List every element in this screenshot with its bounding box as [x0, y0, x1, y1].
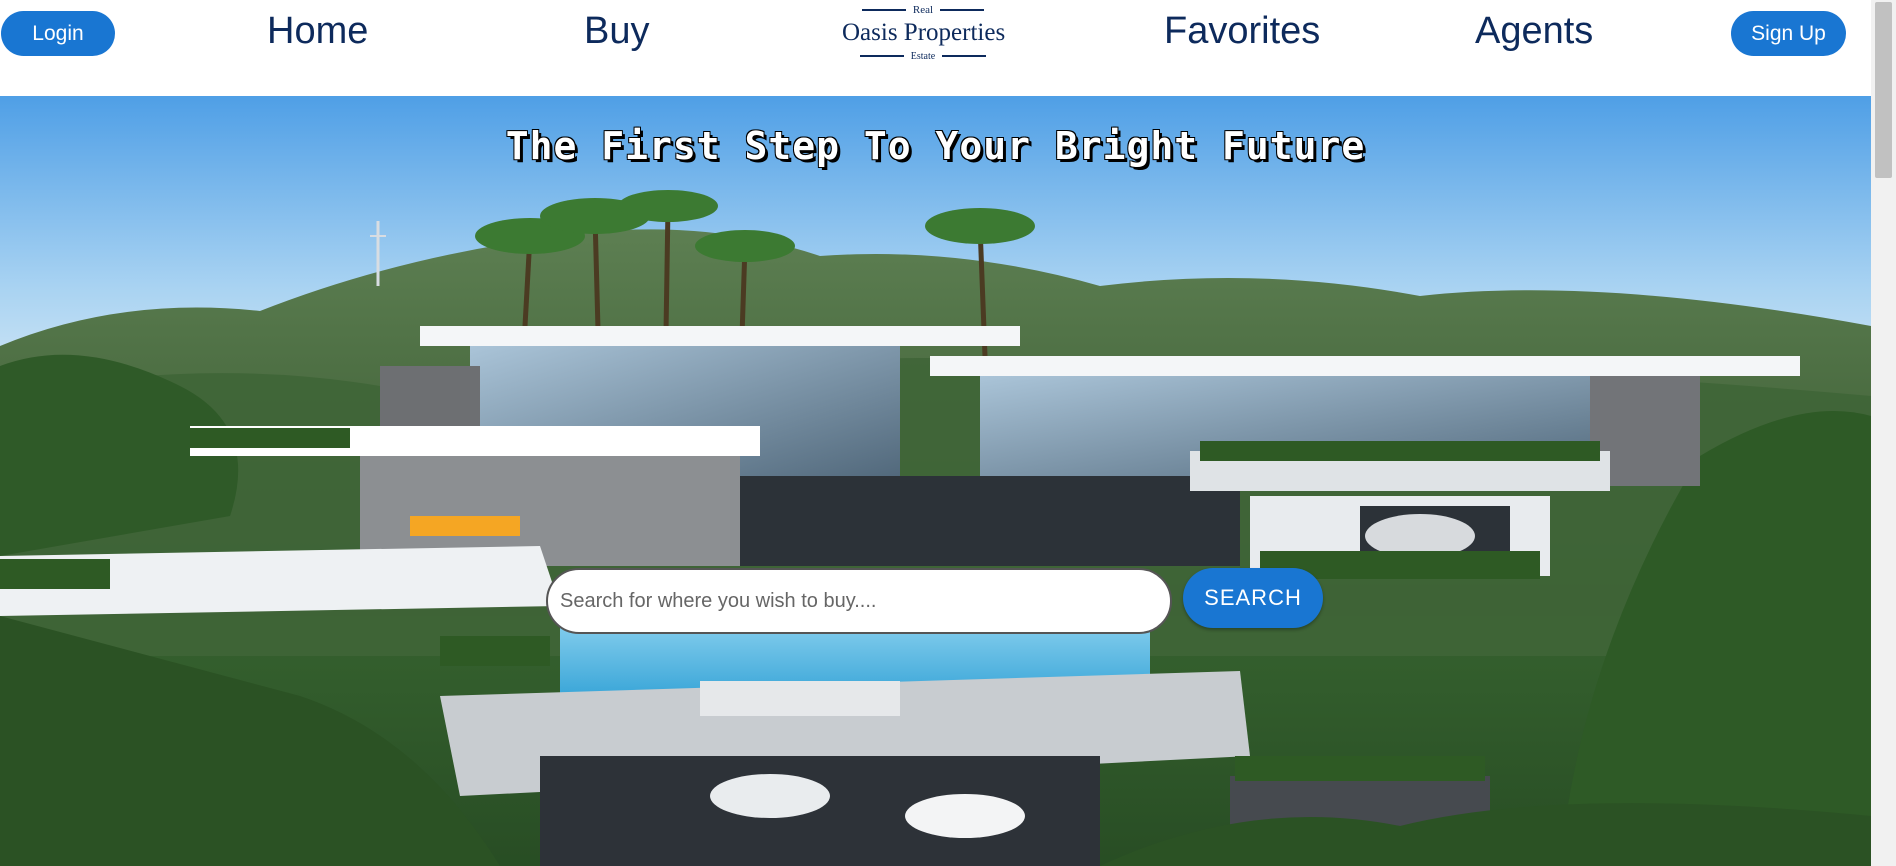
hero-section: The First Step To Your Bright Future SEA…: [0, 96, 1871, 866]
site-logo[interactable]: Real Oasis Properties Estate: [842, 2, 1006, 62]
logo-divider-line: [861, 9, 906, 11]
logo-divider-line: [859, 55, 904, 57]
logo-name: Oasis Properties: [842, 19, 1006, 46]
search-button[interactable]: SEARCH: [1183, 568, 1323, 628]
logo-bottom-text: Estate: [910, 50, 936, 62]
page-scrollbar[interactable]: [1871, 0, 1896, 866]
top-navbar: Login Home Buy Real Oasis Properties Est…: [0, 0, 1871, 96]
nav-link-buy[interactable]: Buy: [584, 8, 649, 54]
nav-link-agents[interactable]: Agents: [1475, 8, 1593, 54]
logo-divider-line: [942, 55, 987, 57]
hero-background-image: [0, 96, 1871, 866]
search-input[interactable]: [546, 568, 1172, 634]
nav-link-favorites[interactable]: Favorites: [1164, 8, 1320, 54]
hero-headline: The First Step To Your Bright Future: [505, 124, 1366, 168]
logo-top-text: Real: [912, 4, 934, 16]
signup-button[interactable]: Sign Up: [1731, 11, 1846, 56]
logo-divider-line: [940, 9, 985, 11]
login-button[interactable]: Login: [1, 11, 115, 56]
scrollbar-thumb[interactable]: [1875, 2, 1892, 178]
nav-link-home[interactable]: Home: [267, 8, 368, 54]
